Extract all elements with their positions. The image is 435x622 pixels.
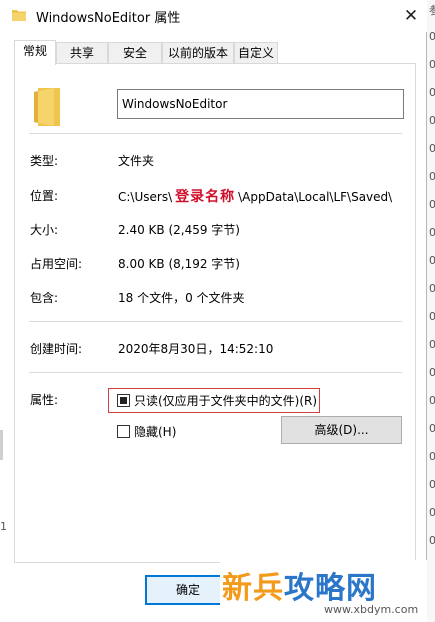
background-digit: 0 (429, 338, 435, 351)
created-label: 创建时间: (30, 342, 83, 356)
background-digit: 0 (429, 366, 435, 379)
background-digit: 0 (429, 170, 435, 183)
hidden-label[interactable]: 隐藏(H) (134, 423, 176, 440)
background-digit: 0 (429, 30, 435, 43)
background-digit: 0 (429, 142, 435, 155)
tab-sharing[interactable]: 共享 (56, 42, 108, 64)
type-label: 类型: (30, 154, 59, 168)
advanced-button[interactable]: 高级(D)... (281, 416, 402, 444)
tab-security[interactable]: 安全 (108, 42, 162, 64)
redacted-username: 登录名称 (175, 189, 236, 205)
folder-icon (34, 88, 60, 126)
background-digit: 0 (429, 310, 435, 323)
tab-customize[interactable]: 自定义 (234, 42, 278, 64)
background-digit: 0 (429, 422, 435, 435)
watermark-logo-part1: 新兵 (222, 571, 284, 606)
close-icon: ✕ (403, 6, 419, 26)
background-digit: 0 (429, 394, 435, 407)
close-button[interactable]: ✕ (398, 4, 424, 28)
size-value: 2.40 KB (2,459 字节) (118, 223, 240, 237)
background-digit: 参 (429, 4, 435, 17)
disk-size-label: 占用空间: (30, 257, 83, 271)
background-digit: 0 (429, 282, 435, 295)
tab-general[interactable]: 常规 (14, 40, 56, 65)
background-digit: 0 (429, 58, 435, 71)
background-digit: 0 (429, 254, 435, 267)
background-window-edge (0, 430, 3, 460)
location-value: C:\Users\ 登录名称 \AppData\Local\LF\Saved\ (118, 186, 392, 206)
created-value: 2020年8月30日，14:52:10 (118, 342, 274, 356)
tab-bar: 常规 共享 安全 以前的版本 自定义 (14, 40, 416, 65)
properties-dialog: WindowsNoEditor 属性 ✕ 常规 共享 安全 以前的版本 自定义 … (0, 0, 427, 622)
watermark-logo: 新兵攻略网 (222, 563, 377, 607)
window-title: WindowsNoEditor 属性 (36, 11, 181, 26)
background-digit: 0 (429, 534, 435, 547)
background-window-edge: 参 0 0 0 0 0 0 0 0 0 0 0 0 0 0 0 0 0 0 0 (427, 0, 435, 622)
title-bar[interactable]: WindowsNoEditor 属性 ✕ (0, 0, 427, 32)
readonly-checkbox[interactable] (117, 394, 130, 407)
attributes-label: 属性: (30, 393, 59, 407)
separator (29, 321, 402, 322)
location-label: 位置: (30, 189, 59, 203)
disk-size-value: 8.00 KB (8,192 字节) (118, 257, 240, 271)
tab-previous-versions[interactable]: 以前的版本 (162, 42, 234, 64)
type-value: 文件夹 (118, 154, 155, 168)
separator (29, 133, 402, 134)
background-digit: 0 (429, 506, 435, 519)
hidden-checkbox[interactable] (117, 425, 130, 438)
background-digit: 0 (429, 86, 435, 99)
contains-value: 18 个文件，0 个文件夹 (118, 291, 245, 305)
watermark: 新兵攻略网 www.xbdym.com (220, 560, 427, 622)
background-digit: 0 (429, 450, 435, 463)
separator (29, 372, 402, 373)
watermark-logo-part2: 攻略网 (284, 571, 377, 606)
watermark-url: www.xbdym.com (324, 603, 419, 616)
background-digit: 0 (429, 226, 435, 239)
background-digit: 0 (429, 478, 435, 491)
ok-button[interactable]: 确定 (145, 575, 231, 605)
background-digit: 0 (429, 198, 435, 211)
background-digit: 0 (429, 114, 435, 127)
size-label: 大小: (30, 223, 59, 237)
background-text: 18 (0, 520, 6, 533)
folder-icon (12, 10, 26, 21)
location-prefix: C:\Users\ (118, 190, 173, 204)
folder-name-input[interactable] (117, 89, 404, 119)
location-suffix: \AppData\Local\LF\Saved\ (238, 190, 393, 204)
general-panel (14, 63, 416, 563)
contains-label: 包含: (30, 291, 59, 305)
readonly-label[interactable]: 只读(仅应用于文件夹中的文件)(R) (134, 392, 317, 409)
